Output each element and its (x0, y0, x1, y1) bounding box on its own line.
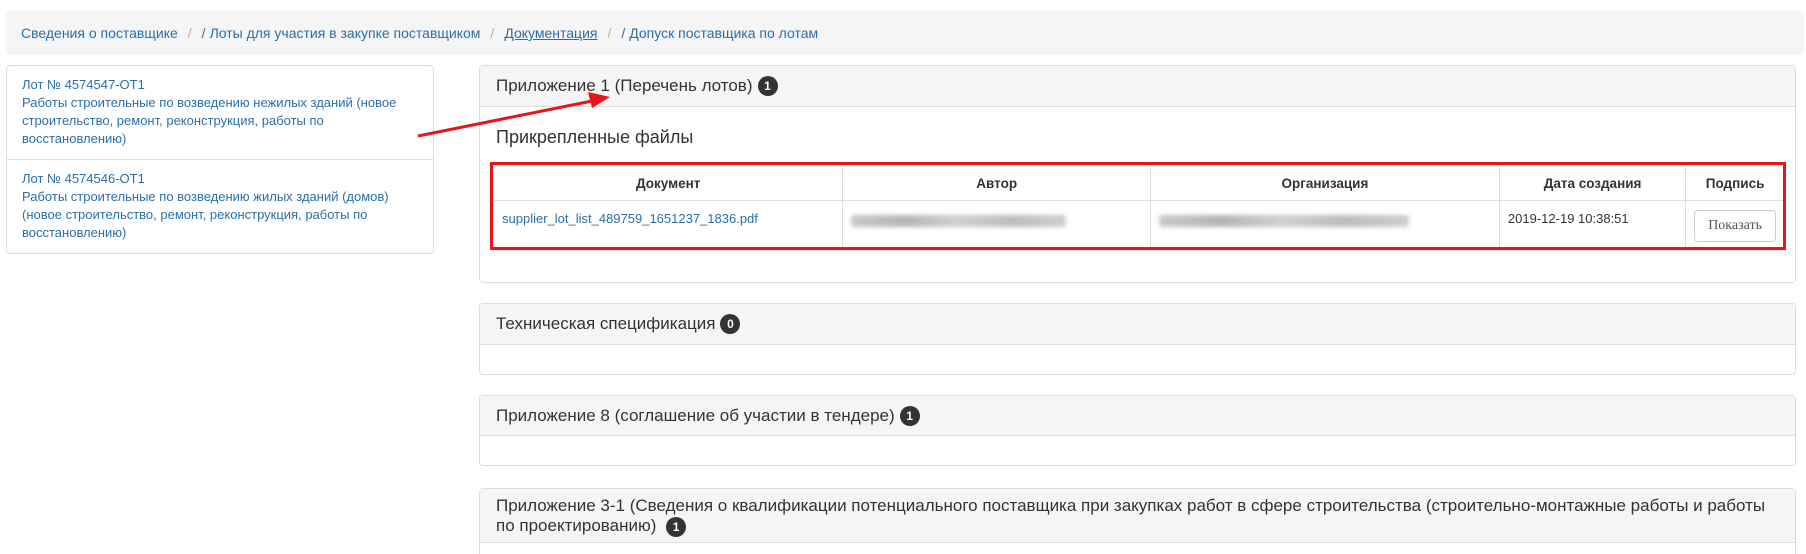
count-badge: 0 (720, 314, 741, 334)
lot-number: Лот № 4574546-ОТ1 (22, 171, 145, 186)
lot-description: Работы строительные по возведению нежилы… (22, 95, 397, 146)
redacted-author (851, 215, 1067, 227)
lot-description: Работы строительные по возведению жилых … (22, 189, 389, 240)
breadcrumb-separator: / (201, 25, 206, 41)
column-header-document: Документ (494, 167, 844, 201)
column-header-organization: Организация (1149, 167, 1500, 201)
document-link[interactable]: supplier_lot_list_489759_1651237_1836.pd… (502, 211, 758, 226)
count-badge: 1 (899, 405, 920, 426)
panel-technical-spec: Техническая спецификация 0 (479, 303, 1796, 375)
count-badge: 1 (666, 516, 687, 537)
column-header-signature: Подпись (1685, 167, 1784, 201)
breadcrumb-separator: / (621, 25, 626, 41)
cell-created: 2019-12-19 10:38:51 (1498, 200, 1687, 251)
panel-body: Прикрепленные файлы Документ Автор Орган… (480, 107, 1795, 283)
cell-organization (1149, 200, 1500, 251)
lot-list: Лот № 4574547-ОТ1 Работы строительные по… (6, 65, 434, 254)
table-header-row: Документ Автор Организация Дата создания… (494, 167, 1784, 201)
breadcrumb: Сведения о поставщике / / Лоты для участи… (6, 11, 1804, 55)
files-table-wrapper: Документ Автор Организация Дата создания… (494, 167, 1784, 251)
panel-body (480, 436, 1795, 466)
breadcrumb-separator: / (490, 25, 495, 41)
cell-document: supplier_lot_list_489759_1651237_1836.pd… (494, 200, 844, 251)
redacted-organization (1158, 215, 1409, 227)
created-date: 2019-12-19 10:38:51 (1507, 211, 1629, 226)
table-row: supplier_lot_list_489759_1651237_1836.pd… (494, 200, 1784, 251)
files-table: Документ Автор Организация Дата создания… (494, 167, 1784, 251)
breadcrumb-documentation[interactable]: Документация (504, 25, 597, 41)
breadcrumb-separator: / (607, 25, 612, 41)
panel-heading[interactable]: Приложение 8 (соглашение об участии в те… (480, 396, 1795, 436)
breadcrumb-supplier-admission[interactable]: Допуск поставщика по лотам (629, 25, 818, 41)
column-header-created: Дата создания (1498, 167, 1687, 201)
breadcrumb-lots[interactable]: Лоты для участия в закупке поставщиком (210, 25, 481, 41)
panel-appendix-3-1: Приложение 3-1 (Сведения о квалификации … (479, 488, 1796, 554)
lot-item[interactable]: Лот № 4574546-ОТ1 Работы строительные по… (7, 159, 433, 253)
lot-item[interactable]: Лот № 4574547-ОТ1 Работы строительные по… (7, 66, 433, 159)
show-signature-button[interactable]: Показать (1694, 210, 1776, 242)
lot-number: Лот № 4574547-ОТ1 (22, 77, 145, 92)
panel-heading[interactable]: Приложение 3-1 (Сведения о квалификации … (480, 489, 1795, 543)
column-header-author: Автор (842, 167, 1151, 201)
panel-appendix-8: Приложение 8 (соглашение об участии в те… (479, 395, 1796, 466)
panel-appendix-1: Приложение 1 (Перечень лотов) 1 Прикрепл… (479, 65, 1796, 283)
attached-files-title: Прикрепленные файлы (496, 127, 694, 147)
panel-body (480, 345, 1795, 375)
panel-title: Техническая спецификация (496, 314, 716, 333)
breadcrumb-separator: / (187, 25, 192, 41)
count-badge: 1 (757, 76, 778, 96)
panel-title: Приложение 1 (Перечень лотов) (496, 76, 753, 95)
panel-heading[interactable]: Техническая спецификация 0 (480, 304, 1795, 345)
cell-author (842, 200, 1151, 251)
page: Сведения о поставщике / / Лоты для участи… (0, 0, 1806, 554)
cell-signature: Показать (1685, 200, 1784, 251)
panel-title: Приложение 3-1 (Сведения о квалификации … (496, 496, 1766, 535)
panel-title: Приложение 8 (соглашение об участии в те… (496, 405, 895, 425)
breadcrumb-supplier-info[interactable]: Сведения о поставщике (21, 25, 178, 41)
panel-heading[interactable]: Приложение 1 (Перечень лотов) 1 (480, 66, 1795, 107)
